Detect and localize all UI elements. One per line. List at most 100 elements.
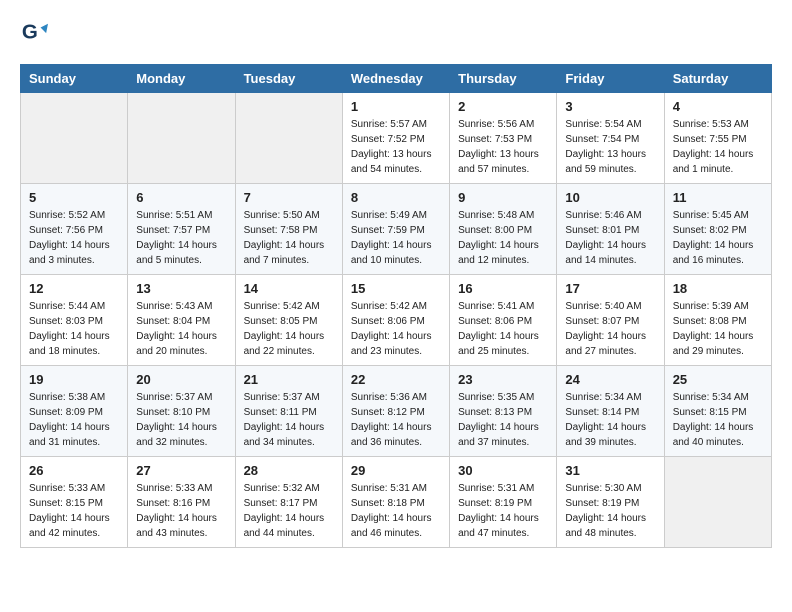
calendar-cell xyxy=(128,93,235,184)
calendar-cell: 20 Sunrise: 5:37 AMSunset: 8:10 PMDayligh… xyxy=(128,366,235,457)
day-info: Sunrise: 5:44 AMSunset: 8:03 PMDaylight:… xyxy=(29,299,119,359)
weekday-header-wednesday: Wednesday xyxy=(342,65,449,93)
day-number: 8 xyxy=(351,190,441,205)
calendar-cell: 25Sunrise: 5:34 AMSunset: 8:15 PMDayligh… xyxy=(664,366,771,457)
day-number: 1 xyxy=(351,99,441,114)
day-info: Sunrise: 5:37 AMSunset: 8:11 PMDaylight:… xyxy=(244,390,334,450)
day-info: Sunrise: 5:43 AMSunset: 8:04 PMDaylight:… xyxy=(136,299,226,359)
day-number: 14 xyxy=(244,281,334,296)
day-number: 23 xyxy=(458,372,548,387)
day-number: 20 xyxy=(136,372,226,387)
calendar-cell: 18 Sunrise: 5:39 AMSunset: 8:08 PMDayligh… xyxy=(664,275,771,366)
calendar-cell: 29Sunrise: 5:31 AMSunset: 8:18 PMDayligh… xyxy=(342,457,449,548)
day-info: Sunrise: 5:42 AMSunset: 8:06 PMDaylight:… xyxy=(351,299,441,359)
calendar-cell: 27Sunrise: 5:33 AMSunset: 8:16 PMDayligh… xyxy=(128,457,235,548)
calendar-week-row: 12 Sunrise: 5:44 AMSunset: 8:03 PMDayligh… xyxy=(21,275,772,366)
day-info: Sunrise: 5:36 AMSunset: 8:12 PMDaylight:… xyxy=(351,390,441,450)
calendar-cell: 1 Sunrise: 5:57 AMSunset: 7:52 PMDaylight… xyxy=(342,93,449,184)
calendar-cell: 14 Sunrise: 5:42 AMSunset: 8:05 PMDayligh… xyxy=(235,275,342,366)
day-number: 4 xyxy=(673,99,763,114)
calendar-cell: 6 Sunrise: 5:51 AMSunset: 7:57 PMDaylight… xyxy=(128,184,235,275)
calendar-cell: 21Sunrise: 5:37 AMSunset: 8:11 PMDayligh… xyxy=(235,366,342,457)
calendar-cell: 11 Sunrise: 5:45 AMSunset: 8:02 PMDayligh… xyxy=(664,184,771,275)
calendar-cell: 9 Sunrise: 5:48 AMSunset: 8:00 PMDaylight… xyxy=(450,184,557,275)
day-number: 11 xyxy=(673,190,763,205)
calendar-table: SundayMondayTuesdayWednesdayThursdayFrid… xyxy=(20,64,772,548)
day-number: 10 xyxy=(565,190,655,205)
day-number: 16 xyxy=(458,281,548,296)
day-number: 26 xyxy=(29,463,119,478)
weekday-header-thursday: Thursday xyxy=(450,65,557,93)
logo: G xyxy=(20,20,52,48)
weekday-header-friday: Friday xyxy=(557,65,664,93)
calendar-cell: 16 Sunrise: 5:41 AMSunset: 8:06 PMDayligh… xyxy=(450,275,557,366)
calendar-cell: 10 Sunrise: 5:46 AMSunset: 8:01 PMDayligh… xyxy=(557,184,664,275)
calendar-cell: 26 Sunrise: 5:33 AMSunset: 8:15 PMDayligh… xyxy=(21,457,128,548)
calendar-week-row: 26 Sunrise: 5:33 AMSunset: 8:15 PMDayligh… xyxy=(21,457,772,548)
day-info: Sunrise: 5:51 AMSunset: 7:57 PMDaylight:… xyxy=(136,208,226,268)
day-info: Sunrise: 5:35 AMSunset: 8:13 PMDaylight:… xyxy=(458,390,548,450)
day-number: 18 xyxy=(673,281,763,296)
day-number: 25 xyxy=(673,372,763,387)
calendar-cell: 30 Sunrise: 5:31 AMSunset: 8:19 PMDayligh… xyxy=(450,457,557,548)
day-info: Sunrise: 5:45 AMSunset: 8:02 PMDaylight:… xyxy=(673,208,763,268)
calendar-cell: 13 Sunrise: 5:43 AMSunset: 8:04 PMDayligh… xyxy=(128,275,235,366)
day-info: Sunrise: 5:54 AMSunset: 7:54 PMDaylight:… xyxy=(565,117,655,177)
calendar-cell xyxy=(235,93,342,184)
day-number: 29 xyxy=(351,463,441,478)
calendar-cell xyxy=(21,93,128,184)
day-number: 6 xyxy=(136,190,226,205)
calendar-cell: 15 Sunrise: 5:42 AMSunset: 8:06 PMDayligh… xyxy=(342,275,449,366)
day-info: Sunrise: 5:56 AMSunset: 7:53 PMDaylight:… xyxy=(458,117,548,177)
weekday-header-monday: Monday xyxy=(128,65,235,93)
day-info: Sunrise: 5:48 AMSunset: 8:00 PMDaylight:… xyxy=(458,208,548,268)
day-info: Sunrise: 5:46 AMSunset: 8:01 PMDaylight:… xyxy=(565,208,655,268)
day-number: 15 xyxy=(351,281,441,296)
calendar-cell: 8Sunrise: 5:49 AMSunset: 7:59 PMDaylight… xyxy=(342,184,449,275)
calendar-cell: 22 Sunrise: 5:36 AMSunset: 8:12 PMDayligh… xyxy=(342,366,449,457)
day-info: Sunrise: 5:33 AMSunset: 8:16 PMDaylight:… xyxy=(136,481,226,541)
day-info: Sunrise: 5:37 AMSunset: 8:10 PMDaylight:… xyxy=(136,390,226,450)
calendar-cell: 28 Sunrise: 5:32 AMSunset: 8:17 PMDayligh… xyxy=(235,457,342,548)
page-header: G xyxy=(20,20,772,48)
calendar-cell: 5 Sunrise: 5:52 AMSunset: 7:56 PMDaylight… xyxy=(21,184,128,275)
day-info: Sunrise: 5:57 AMSunset: 7:52 PMDaylight:… xyxy=(351,117,441,177)
weekday-header-sunday: Sunday xyxy=(21,65,128,93)
logo-icon: G xyxy=(20,20,48,48)
day-info: Sunrise: 5:31 AMSunset: 8:19 PMDaylight:… xyxy=(458,481,548,541)
calendar-week-row: 5 Sunrise: 5:52 AMSunset: 7:56 PMDaylight… xyxy=(21,184,772,275)
day-number: 12 xyxy=(29,281,119,296)
day-number: 19 xyxy=(29,372,119,387)
day-info: Sunrise: 5:39 AMSunset: 8:08 PMDaylight:… xyxy=(673,299,763,359)
day-info: Sunrise: 5:32 AMSunset: 8:17 PMDaylight:… xyxy=(244,481,334,541)
day-info: Sunrise: 5:33 AMSunset: 8:15 PMDaylight:… xyxy=(29,481,119,541)
calendar-cell: 7Sunrise: 5:50 AMSunset: 7:58 PMDaylight… xyxy=(235,184,342,275)
day-number: 31 xyxy=(565,463,655,478)
day-number: 30 xyxy=(458,463,548,478)
calendar-week-row: 19 Sunrise: 5:38 AMSunset: 8:09 PMDayligh… xyxy=(21,366,772,457)
calendar-week-row: 1 Sunrise: 5:57 AMSunset: 7:52 PMDaylight… xyxy=(21,93,772,184)
weekday-header-saturday: Saturday xyxy=(664,65,771,93)
day-info: Sunrise: 5:41 AMSunset: 8:06 PMDaylight:… xyxy=(458,299,548,359)
day-info: Sunrise: 5:42 AMSunset: 8:05 PMDaylight:… xyxy=(244,299,334,359)
day-number: 7 xyxy=(244,190,334,205)
day-info: Sunrise: 5:53 AMSunset: 7:55 PMDaylight:… xyxy=(673,117,763,177)
calendar-cell: 2 Sunrise: 5:56 AMSunset: 7:53 PMDaylight… xyxy=(450,93,557,184)
calendar-cell: 31Sunrise: 5:30 AMSunset: 8:19 PMDayligh… xyxy=(557,457,664,548)
day-number: 28 xyxy=(244,463,334,478)
day-info: Sunrise: 5:38 AMSunset: 8:09 PMDaylight:… xyxy=(29,390,119,450)
weekday-header-row: SundayMondayTuesdayWednesdayThursdayFrid… xyxy=(21,65,772,93)
day-number: 13 xyxy=(136,281,226,296)
calendar-cell: 4 Sunrise: 5:53 AMSunset: 7:55 PMDaylight… xyxy=(664,93,771,184)
day-number: 22 xyxy=(351,372,441,387)
calendar-cell xyxy=(664,457,771,548)
calendar-cell: 17Sunrise: 5:40 AMSunset: 8:07 PMDayligh… xyxy=(557,275,664,366)
day-number: 9 xyxy=(458,190,548,205)
day-info: Sunrise: 5:34 AMSunset: 8:14 PMDaylight:… xyxy=(565,390,655,450)
day-info: Sunrise: 5:52 AMSunset: 7:56 PMDaylight:… xyxy=(29,208,119,268)
day-number: 5 xyxy=(29,190,119,205)
day-info: Sunrise: 5:40 AMSunset: 8:07 PMDaylight:… xyxy=(565,299,655,359)
day-number: 2 xyxy=(458,99,548,114)
calendar-cell: 12 Sunrise: 5:44 AMSunset: 8:03 PMDayligh… xyxy=(21,275,128,366)
calendar-cell: 3Sunrise: 5:54 AMSunset: 7:54 PMDaylight… xyxy=(557,93,664,184)
